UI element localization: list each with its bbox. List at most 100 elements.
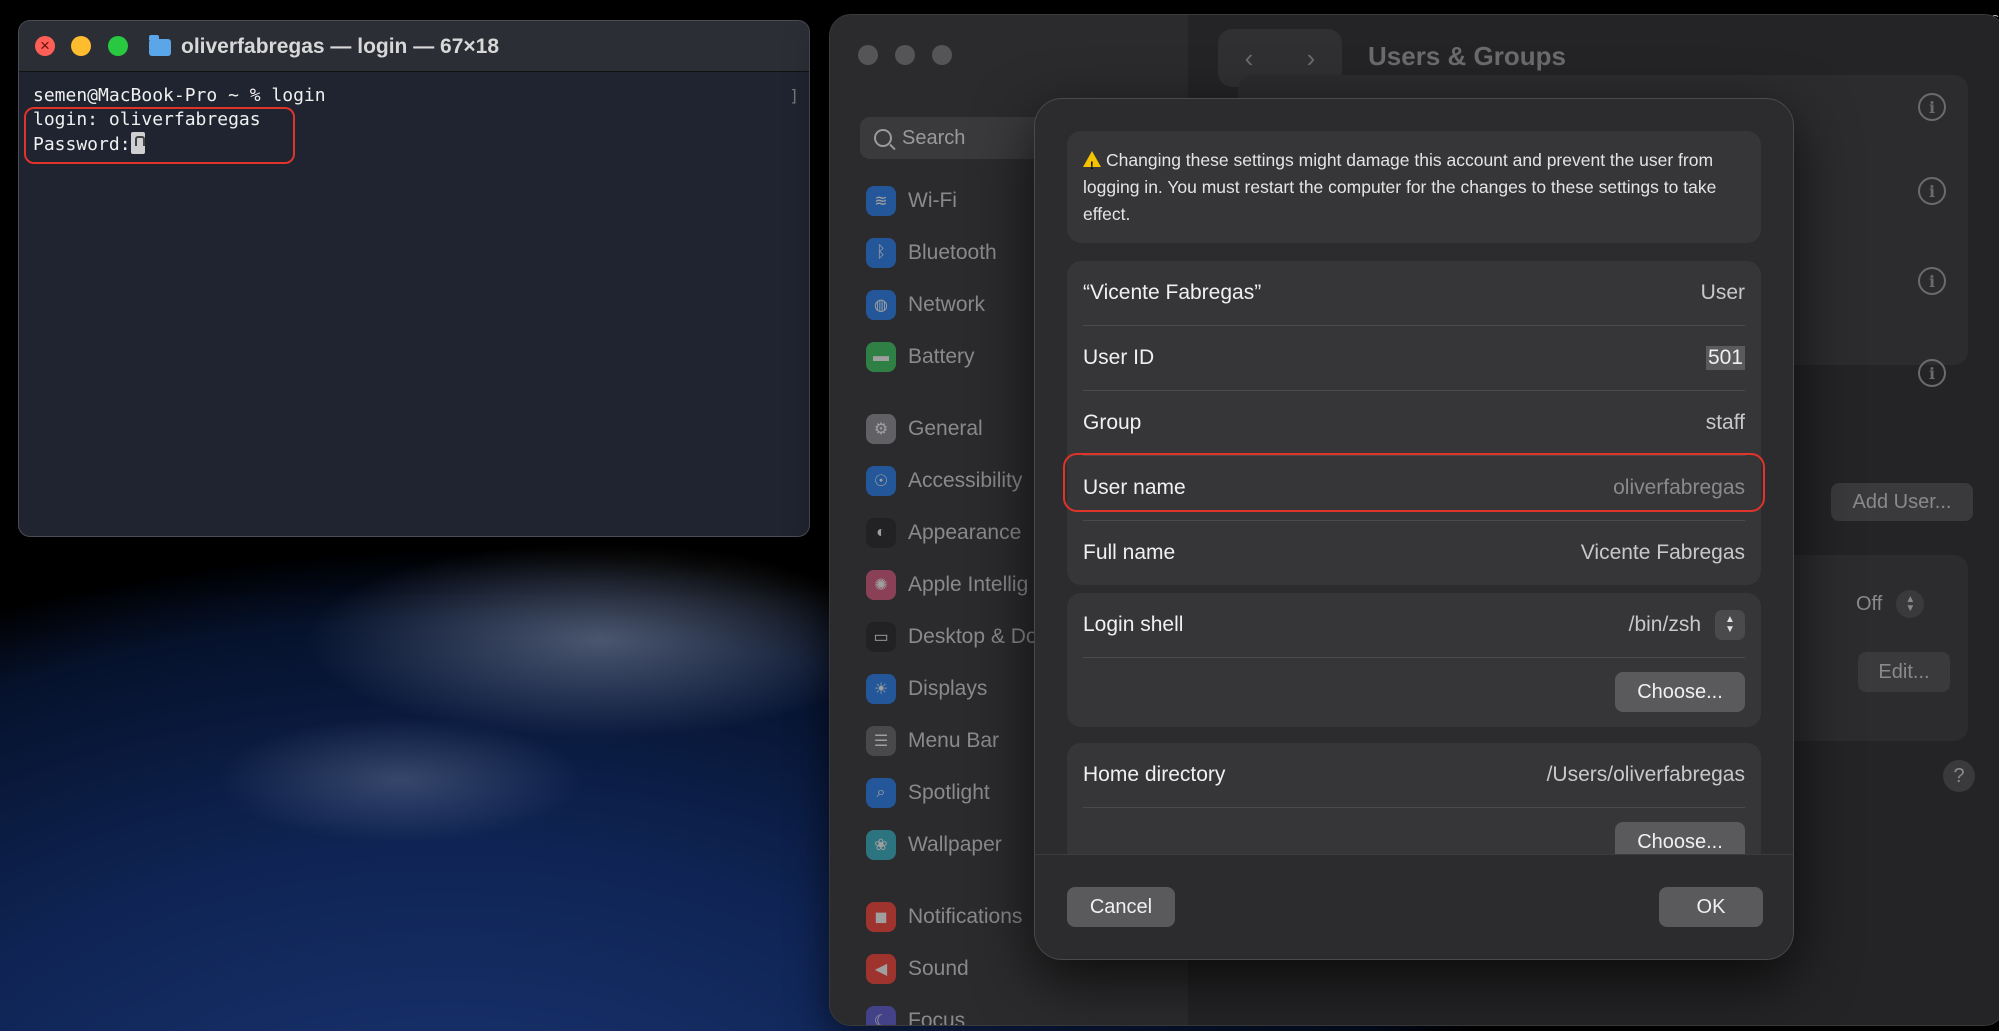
terminal-titlebar[interactable]: oliverfabregas — login — 67×18 — [19, 21, 809, 72]
menu-bar-icon: ☰ — [866, 726, 896, 756]
bluetooth-icon: ᛒ — [866, 238, 896, 268]
warning-message: Changing these settings might damage thi… — [1067, 131, 1761, 243]
sidebar-item-desktop-do[interactable]: ▭ Desktop & Do — [866, 619, 1038, 655]
info-icon[interactable]: i — [1918, 359, 1946, 387]
sidebar-item-label: General — [908, 417, 983, 440]
close-button-inactive[interactable] — [858, 45, 878, 65]
login-shell-popup[interactable]: /bin/zsh ▲ ▼ — [1629, 610, 1745, 640]
row-label: Login shell — [1083, 613, 1184, 636]
sidebar-item-label: Focus — [908, 1009, 966, 1026]
popup-arrows-icon: ▲ ▼ — [1896, 590, 1925, 618]
sidebar-item-spotlight[interactable]: ⌕ Spotlight — [866, 775, 990, 811]
home-directory-row[interactable]: Home directory /Users/oliverfabregas — [1083, 743, 1745, 808]
sidebar-item-label: Sound — [908, 957, 969, 980]
row-label: Full name — [1083, 541, 1176, 564]
sidebar-item-wallpaper[interactable]: ❀ Wallpaper — [866, 827, 1002, 863]
choose-shell-button[interactable]: Choose... — [1615, 672, 1745, 712]
zoom-button-inactive[interactable] — [932, 45, 952, 65]
sidebar-item-label: Bluetooth — [908, 241, 997, 264]
apple-intelligence-icon: ✺ — [866, 570, 896, 600]
sidebar-item-accessibility[interactable]: ☉ Accessibility — [866, 463, 1022, 499]
sidebar-item-network[interactable]: ◍ Network — [866, 287, 985, 323]
login-shell-group: Login shell /bin/zsh ▲ ▼ Choose... — [1067, 593, 1761, 727]
sidebar-item-label: Menu Bar — [908, 729, 1000, 752]
user-id-row[interactable]: User ID 501 — [1083, 326, 1745, 391]
auto-login-value: Off — [1856, 592, 1883, 615]
minimize-button-inactive[interactable] — [895, 45, 915, 65]
advanced-options-sheet: Changing these settings might damage thi… — [1034, 98, 1794, 960]
sidebar-item-label: Wallpaper — [908, 833, 1002, 856]
info-icon[interactable]: i — [1918, 267, 1946, 295]
warning-text: Changing these settings might damage thi… — [1083, 150, 1717, 224]
appearance-icon: ◐ — [866, 518, 896, 548]
full-name-row[interactable]: Full name Vicente Fabregas — [1083, 521, 1745, 585]
desktop-dock-icon: ▭ — [866, 622, 896, 652]
sidebar-item-sound[interactable]: ◀ Sound — [866, 951, 969, 987]
globe-icon: ◍ — [866, 290, 896, 320]
back-arrow-icon[interactable]: ‹ — [1245, 43, 1254, 74]
wallpaper-icon: ❀ — [866, 830, 896, 860]
auto-login-popup[interactable]: Off ▲ ▼ — [1856, 590, 1925, 618]
account-row-name: “Vicente Fabregas” User — [1083, 261, 1745, 326]
wifi-icon: ≋ — [866, 186, 896, 216]
sidebar-item-bluetooth[interactable]: ᛒ Bluetooth — [866, 235, 997, 271]
help-button[interactable]: ? — [1943, 760, 1975, 792]
minimize-button[interactable] — [71, 36, 91, 56]
sound-icon: ◀ — [866, 954, 896, 984]
row-label: Group — [1083, 411, 1142, 434]
sidebar-item-menu-bar[interactable]: ☰ Menu Bar — [866, 723, 999, 759]
cancel-button[interactable]: Cancel — [1067, 887, 1175, 927]
home-directory-value[interactable]: /Users/oliverfabregas — [1547, 763, 1745, 787]
sidebar-item-label: Desktop & Do — [908, 625, 1038, 648]
search-icon — [874, 129, 892, 147]
add-user-button[interactable]: Add User... — [1831, 483, 1973, 521]
ok-button[interactable]: OK — [1659, 887, 1763, 927]
gear-icon: ⚙ — [866, 414, 896, 444]
battery-icon: ▬ — [866, 342, 896, 372]
sidebar-item-label: Apple Intellig — [908, 573, 1029, 596]
forward-arrow-icon[interactable]: › — [1307, 43, 1316, 74]
close-button[interactable] — [35, 36, 55, 56]
warning-icon — [1083, 151, 1101, 180]
sidebar-item-battery[interactable]: ▬ Battery — [866, 339, 975, 375]
sheet-footer: Cancel OK — [1035, 855, 1793, 959]
sidebar-item-notifications[interactable]: ◼ Notifications — [866, 899, 1022, 935]
row-label: “Vicente Fabregas” — [1083, 281, 1262, 304]
displays-icon: ☀ — [866, 674, 896, 704]
sidebar-item-label: Displays — [908, 677, 988, 700]
login-shell-row[interactable]: Login shell /bin/zsh ▲ ▼ — [1083, 593, 1745, 658]
sidebar-item-label: Wi-Fi — [908, 189, 957, 212]
sidebar-item-label: Battery — [908, 345, 975, 368]
terminal-title: oliverfabregas — login — 67×18 — [149, 34, 499, 59]
account-info-group: “Vicente Fabregas” User User ID 501 Grou… — [1067, 261, 1761, 585]
terminal-bracket: ] — [789, 86, 799, 105]
sidebar-item-label: Notifications — [908, 905, 1023, 928]
sidebar-item-label: Accessibility — [908, 469, 1023, 492]
terminal-window[interactable]: oliverfabregas — login — 67×18 ] semen@M… — [18, 20, 810, 537]
folder-icon — [149, 34, 171, 56]
terminal-line: semen@MacBook-Pro ~ % login — [33, 85, 326, 106]
login-shell-value: /bin/zsh — [1628, 613, 1701, 636]
row-label: Home directory — [1083, 763, 1226, 786]
info-icon[interactable]: i — [1918, 177, 1946, 205]
search-placeholder: Search — [902, 126, 966, 149]
login-highlight-annotation — [24, 107, 295, 164]
sidebar-item-wi-fi[interactable]: ≋ Wi-Fi — [866, 183, 957, 219]
window-controls — [858, 45, 952, 65]
edit-button[interactable]: Edit... — [1858, 652, 1950, 692]
group-row[interactable]: Group staff — [1083, 391, 1745, 456]
sidebar-item-label: Appearance — [908, 521, 1022, 544]
sidebar-item-appearance[interactable]: ◐ Appearance — [866, 515, 1021, 551]
full-name-field[interactable]: Vicente Fabregas — [1581, 541, 1745, 565]
notifications-icon: ◼ — [866, 902, 896, 932]
sidebar-item-displays[interactable]: ☀ Displays — [866, 671, 987, 707]
popup-arrows-icon: ▲ ▼ — [1715, 610, 1745, 640]
sidebar-item-general[interactable]: ⚙ General — [866, 411, 983, 447]
page-title: Users & Groups — [1368, 41, 1566, 71]
zoom-button[interactable] — [108, 36, 128, 56]
group-field[interactable]: staff — [1706, 411, 1745, 435]
sidebar-item-focus[interactable]: ☾ Focus — [866, 1003, 966, 1026]
info-icon[interactable]: i — [1918, 93, 1946, 121]
user-id-field[interactable]: 501 — [1705, 346, 1745, 370]
sidebar-item-apple-intellig[interactable]: ✺ Apple Intellig — [866, 567, 1028, 603]
